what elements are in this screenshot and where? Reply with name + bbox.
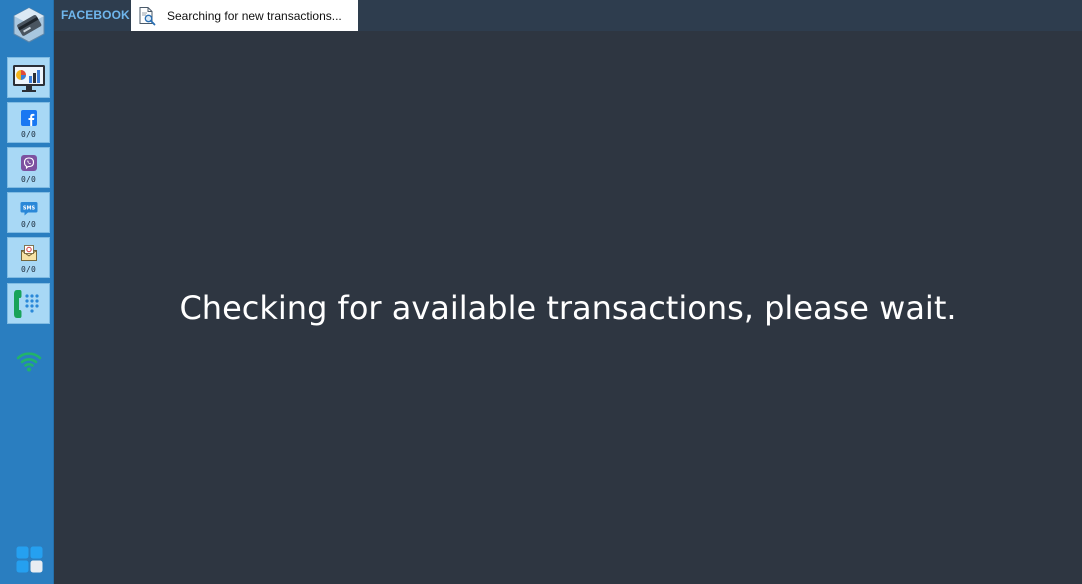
sidebar-item-phone[interactable] xyxy=(7,283,50,324)
svg-text:SMS: SMS xyxy=(22,206,35,212)
sms-count: 0/0 xyxy=(20,220,37,229)
facebook-icon xyxy=(20,110,37,126)
channel-label: FACEBOOK xyxy=(61,8,130,22)
phone-icon xyxy=(13,290,39,318)
app-logo-icon[interactable] xyxy=(11,6,47,44)
status-tab[interactable]: Searching for new transactions... xyxy=(131,0,358,31)
facebook-count: 0/0 xyxy=(20,130,37,139)
sidebar-item-viber[interactable]: 0/0 xyxy=(7,147,50,188)
apps-grid-icon[interactable] xyxy=(16,546,43,573)
main-status-message: Checking for available transactions, ple… xyxy=(179,289,957,327)
viber-icon xyxy=(20,155,37,171)
sidebar: 0/0 0/0 SMS 0/0 0/0 xyxy=(0,0,54,584)
sidebar-item-dashboard[interactable] xyxy=(7,57,50,98)
email-icon xyxy=(20,245,37,261)
viber-count: 0/0 xyxy=(20,175,37,184)
sms-icon: SMS xyxy=(20,202,37,216)
dashboard-icon xyxy=(12,65,45,92)
document-search-icon xyxy=(139,6,156,25)
top-bar: FACEBOOK Searching for new transactions.… xyxy=(54,0,1082,31)
sidebar-item-sms[interactable]: SMS 0/0 xyxy=(7,192,50,233)
sidebar-item-facebook[interactable]: 0/0 xyxy=(7,102,50,143)
email-count: 0/0 xyxy=(20,265,37,274)
sidebar-item-email[interactable]: 0/0 xyxy=(7,237,50,278)
status-tab-text: Searching for new transactions... xyxy=(167,8,342,23)
wifi-icon xyxy=(16,348,42,374)
